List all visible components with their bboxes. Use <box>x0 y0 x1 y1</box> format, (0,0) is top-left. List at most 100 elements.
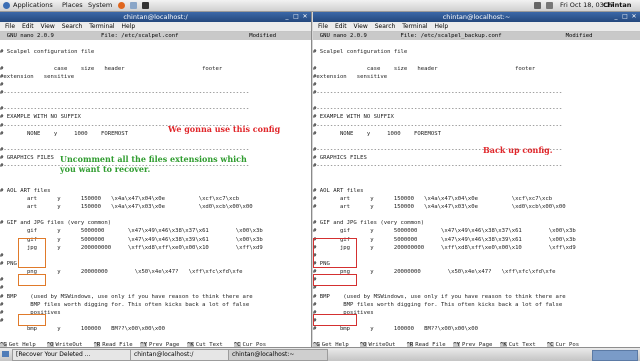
code-line: # art y 150000 \x4a\x47\x03\x0e \xd0\xcb… <box>313 203 566 210</box>
terminal-icon[interactable] <box>142 2 149 9</box>
maximize-icon[interactable]: □ <box>292 13 300 21</box>
code-line: # Scalpel configuration file <box>313 49 408 56</box>
network-icon <box>534 2 541 9</box>
code-line: # NONE y 1000 FOREMOST <box>313 130 441 137</box>
code-line: bmp y 100000 BM??\x00\x00\x00 <box>0 326 166 333</box>
code-line: #---------------------------------------… <box>0 106 250 113</box>
png-highlight-box <box>18 274 46 286</box>
menu-help[interactable]: Help <box>435 23 449 30</box>
code-line: # <box>313 81 317 88</box>
code-line: #---------------------------------------… <box>313 163 563 170</box>
menu-file[interactable]: File <box>318 23 328 30</box>
close-icon[interactable]: ✕ <box>630 13 638 21</box>
code-line: # <box>0 317 4 324</box>
menu-search[interactable]: Search <box>375 23 396 30</box>
left-window-title: chintan@localhost:/ <box>123 13 188 21</box>
code-line: art y 150000 \x4a\x47\x04\x0e \xcf\xc7\x… <box>0 195 240 202</box>
code-line: # PNG <box>0 260 17 267</box>
menu-terminal[interactable]: Terminal <box>89 23 114 30</box>
left-terminal-window: chintan@localhost:/ _ □ ✕ File Edit View… <box>0 12 312 347</box>
left-title-bar[interactable]: chintan@localhost:/ _ □ ✕ <box>0 12 311 22</box>
code-line: # PNG <box>313 260 330 267</box>
right-window-title: chintan@localhost:~ <box>442 13 511 21</box>
applications-menu[interactable]: Applications <box>13 0 53 11</box>
code-line: #---------------------------------------… <box>313 106 563 113</box>
code-line: # BMP (used by MSWindows, use only if yo… <box>0 293 253 300</box>
minimize-icon[interactable]: _ <box>612 13 620 21</box>
right-nano-editor[interactable]: GNU nano 2.0.9 File: /etc/scalpel_backup… <box>313 32 640 347</box>
close-icon[interactable]: ✕ <box>301 13 309 21</box>
code-line: # GRAPHICS FILES <box>313 155 367 162</box>
right-menubar: File Edit View Search Terminal Help <box>313 22 640 32</box>
code-line: art y 150000 \x4a\x47\x03\x0e \xd0\xcb\x… <box>0 203 253 210</box>
code-line: # <box>313 277 317 284</box>
menu-help[interactable]: Help <box>122 23 136 30</box>
bmp-highlight-box <box>18 314 46 326</box>
code-line: # GIF and JPG files (very common) <box>0 220 112 227</box>
workspace-switcher[interactable] <box>592 350 638 361</box>
code-line: # <box>313 317 317 324</box>
code-line: # jpg y 200000000 \xff\xd8\xff\xe0\x00\x… <box>313 244 576 251</box>
volume-icon[interactable] <box>546 2 553 9</box>
nano-header: GNU nano 2.0.9 File: /etc/scalpel.conf M… <box>0 32 311 41</box>
code-line: # BMP files worth digging for. This ofte… <box>313 301 563 308</box>
code-line: #---------------------------------------… <box>313 146 563 153</box>
code-line: # Scalpel configuration file <box>0 49 95 56</box>
show-desktop-icon[interactable] <box>2 351 9 357</box>
annotation-use-config: We gonna use this config <box>168 124 281 134</box>
code-line: # art y 150000 \x4a\x47\x04\x0e \xcf\xc7… <box>313 195 553 202</box>
code-line: # <box>0 252 4 259</box>
task-terminal-home[interactable]: chintan@localhost:~ <box>228 349 328 361</box>
bmp-highlight-box <box>313 314 357 326</box>
system-menu[interactable]: System <box>88 0 112 11</box>
left-menubar: File Edit View Search Terminal Help <box>0 22 311 32</box>
code-line: # AOL ART files <box>313 187 364 194</box>
png-highlight-box <box>313 274 357 286</box>
code-line: # GIF and JPG files (very common) <box>313 220 425 227</box>
task-firefox[interactable]: [Recover Your Deleted ... <box>12 349 132 361</box>
code-line: # case size header footer <box>0 65 223 72</box>
code-line: # gif y 5000000 \x47\x49\x46\x38\x39\x61… <box>313 236 576 243</box>
code-line: #extension sensitive <box>0 73 75 80</box>
menu-file[interactable]: File <box>5 23 15 30</box>
menu-terminal[interactable]: Terminal <box>402 23 427 30</box>
task-terminal-root[interactable]: chintan@localhost:/ <box>130 349 230 361</box>
menu-search[interactable]: Search <box>62 23 83 30</box>
code-line: # <box>0 81 4 88</box>
maximize-icon[interactable]: □ <box>621 13 629 21</box>
code-line: # positives <box>313 309 374 316</box>
code-line: # <box>313 252 317 259</box>
left-nano-editor[interactable]: GNU nano 2.0.9 File: /etc/scalpel.conf M… <box>0 32 311 347</box>
code-line: # <box>313 285 317 292</box>
menu-edit[interactable]: Edit <box>22 23 34 30</box>
code-line: # <box>0 285 4 292</box>
code-line: # AOL ART files <box>0 187 51 194</box>
mail-icon[interactable] <box>130 2 137 9</box>
firefox-icon[interactable] <box>118 2 125 9</box>
right-title-bar[interactable]: chintan@localhost:~ _ □ ✕ <box>313 12 640 22</box>
code-line: # png y 20000000 \x50\x4e\x47? \xff\xfc\… <box>313 269 556 276</box>
code-line: # BMP files worth digging for. This ofte… <box>0 301 250 308</box>
code-line: # gif y 5000000 \x47\x49\x46\x38\x37\x61… <box>313 228 576 235</box>
places-menu[interactable]: Places <box>62 0 83 11</box>
code-line: # bmp y 100000 BM??\x00\x00\x00 <box>313 326 479 333</box>
minimize-icon[interactable]: _ <box>283 13 291 21</box>
code-line: # BMP (used by MSWindows, use only if yo… <box>313 293 566 300</box>
code-line: #---------------------------------------… <box>0 146 250 153</box>
menu-view[interactable]: View <box>354 23 368 30</box>
menu-view[interactable]: View <box>41 23 55 30</box>
code-line: jpg y 200000000 \xff\xd8\xff\xe0\x00\x10… <box>0 244 263 251</box>
menu-edit[interactable]: Edit <box>335 23 347 30</box>
annotation-backup-config: Back up config. <box>483 145 553 155</box>
foot-icon[interactable] <box>3 2 10 9</box>
